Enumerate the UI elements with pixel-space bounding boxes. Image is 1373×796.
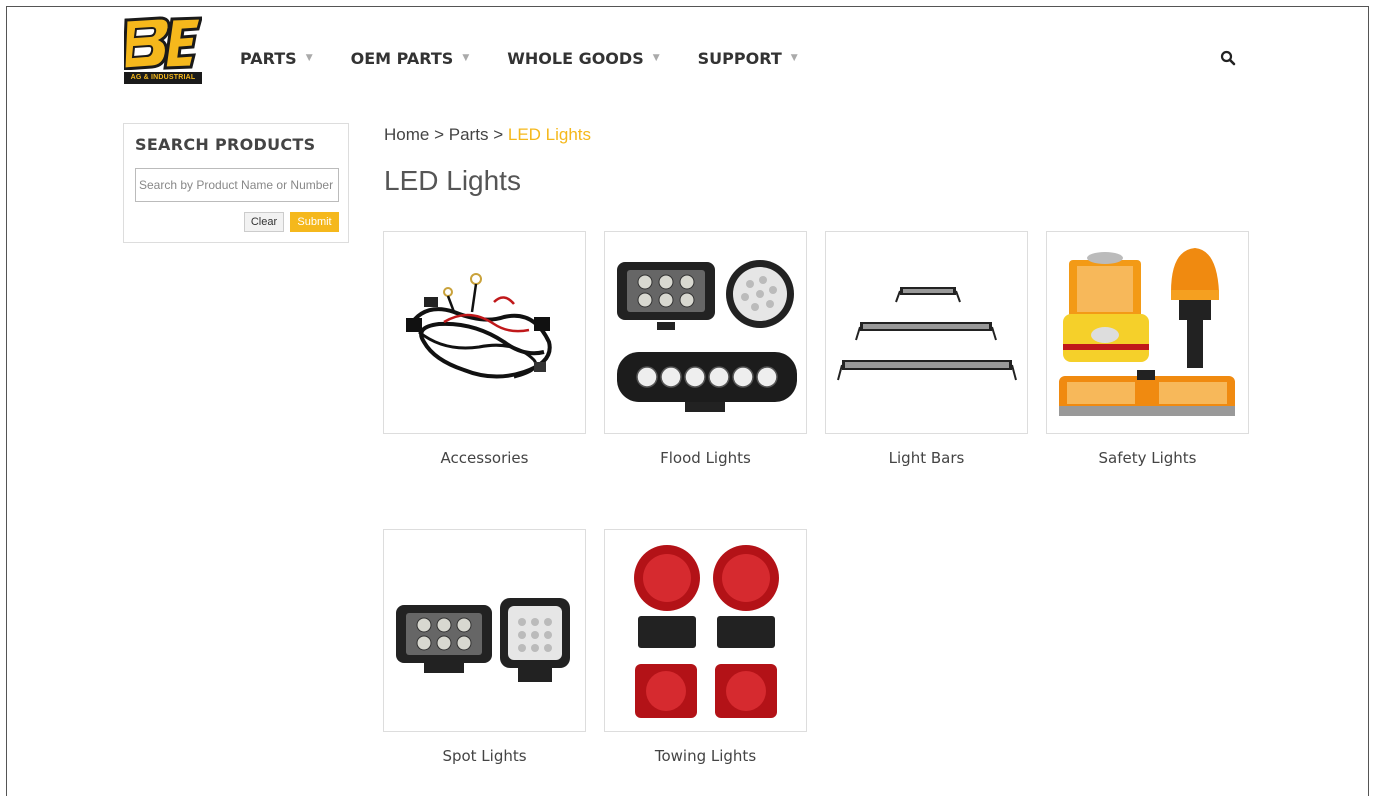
nav-item-parts[interactable]: PARTS ▼ (240, 49, 313, 68)
page-title: LED Lights (384, 165, 521, 196)
nav-item-whole-goods[interactable]: WHOLE GOODS ▼ (507, 49, 659, 68)
breadcrumb-separator: > (493, 125, 504, 144)
category-label: Spot Lights (442, 747, 527, 765)
spot-lights-image (396, 598, 570, 682)
towing-lights-image (634, 545, 779, 718)
submit-button[interactable]: Submit (290, 212, 339, 232)
site-logo[interactable]: AG & INDUSTRIAL (124, 16, 202, 84)
chevron-down-icon: ▼ (462, 53, 470, 63)
nav-label: PARTS (240, 48, 297, 68)
flood-lights-image (617, 260, 797, 412)
category-card-flood-lights[interactable]: Flood Lights (604, 231, 807, 467)
chevron-down-icon: ▼ (652, 53, 660, 63)
category-card-spot-lights[interactable]: Spot Lights (383, 529, 586, 765)
category-image-frame (383, 529, 586, 732)
chevron-down-icon: ▼ (790, 53, 798, 63)
category-label: Accessories (440, 449, 529, 467)
category-card-accessories[interactable]: Accessories (383, 231, 586, 467)
nav-item-oem-parts[interactable]: OEM PARTS ▼ (351, 49, 470, 68)
breadcrumb-home[interactable]: Home (384, 125, 429, 144)
logo-mark (124, 16, 202, 70)
light-bars-image (837, 287, 1017, 381)
category-card-light-bars[interactable]: Light Bars (825, 231, 1028, 467)
category-label: Light Bars (888, 449, 965, 467)
nav-label: OEM PARTS (350, 48, 454, 68)
breadcrumb-parts[interactable]: Parts (449, 125, 489, 144)
category-card-safety-lights[interactable]: Safety Lights (1046, 231, 1249, 467)
nav-label: SUPPORT (697, 48, 782, 68)
clear-button[interactable]: Clear (244, 212, 284, 232)
search-products-panel: SEARCH PRODUCTS Clear Submit (123, 123, 349, 243)
category-label: Safety Lights (1098, 449, 1197, 467)
category-image-frame (825, 231, 1028, 434)
product-search-input[interactable] (135, 168, 339, 202)
category-image-frame (1046, 231, 1249, 434)
nav-label: WHOLE GOODS (507, 48, 644, 68)
category-image-frame (604, 231, 807, 434)
category-label: Flood Lights (660, 449, 751, 467)
main-nav: PARTS ▼ OEM PARTS ▼ WHOLE GOODS ▼ SUPPOR… (240, 47, 836, 69)
search-products-title: SEARCH PRODUCTS (135, 135, 316, 154)
breadcrumb: Home > Parts > LED Lights (384, 125, 591, 145)
search-icon[interactable] (1220, 50, 1236, 66)
logo-subtext: AG & INDUSTRIAL (124, 72, 202, 84)
category-card-towing-lights[interactable]: Towing Lights (604, 529, 807, 765)
category-image-frame (383, 231, 586, 434)
nav-item-support[interactable]: SUPPORT ▼ (698, 49, 798, 68)
category-image-frame (604, 529, 807, 732)
wiring-harness-image (406, 273, 552, 379)
safety-lights-image (1059, 248, 1235, 416)
chevron-down-icon: ▼ (305, 53, 313, 63)
category-label: Towing Lights (654, 747, 757, 765)
breadcrumb-separator: > (434, 125, 445, 144)
breadcrumb-current: LED Lights (507, 125, 592, 144)
